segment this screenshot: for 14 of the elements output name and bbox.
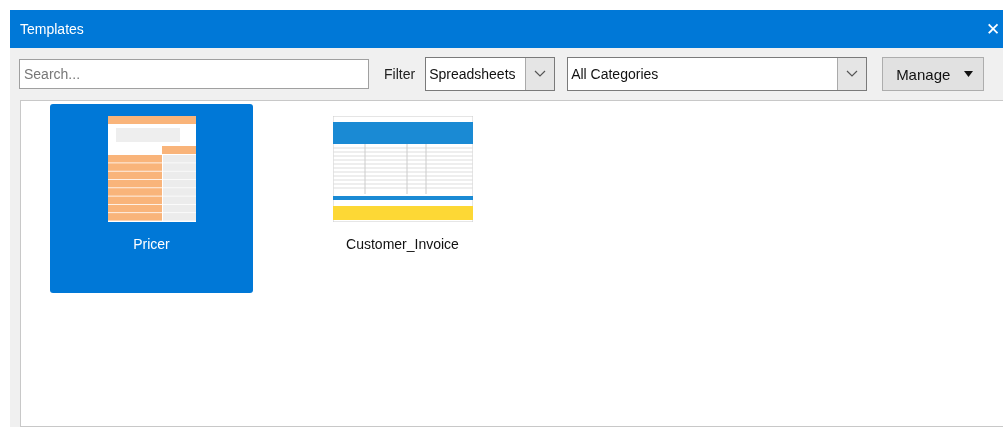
category-dropdown[interactable]: All Categories bbox=[567, 57, 868, 91]
window-title: Templates bbox=[20, 21, 84, 37]
template-tile[interactable]: Pricer bbox=[50, 104, 253, 293]
template-name: Pricer bbox=[133, 236, 170, 252]
filter-label: Filter bbox=[384, 66, 416, 82]
caret-icon bbox=[964, 71, 974, 77]
chevron-down-icon bbox=[534, 70, 547, 78]
close-button[interactable]: ✕ bbox=[983, 18, 1003, 40]
manage-button[interactable]: Manage bbox=[882, 57, 985, 91]
search-field[interactable]: Search... bbox=[19, 59, 369, 89]
filter-dropdown[interactable]: Spreadsheets bbox=[425, 57, 556, 91]
template-name: Customer_Invoice bbox=[346, 236, 459, 252]
chevron-down-icon bbox=[846, 70, 859, 78]
template-tile[interactable]: Customer_Invoice bbox=[301, 104, 504, 293]
